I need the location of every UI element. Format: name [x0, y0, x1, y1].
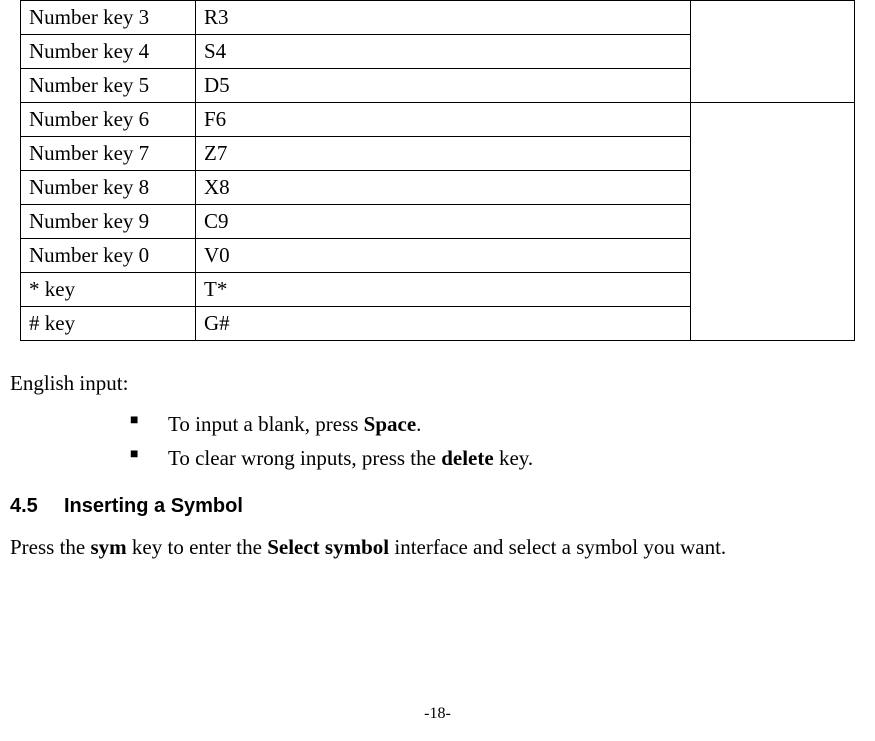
text: key.	[494, 446, 533, 470]
table-row: Number key 3 R3	[21, 1, 855, 35]
val-cell: Z7	[196, 137, 691, 171]
val-cell: X8	[196, 171, 691, 205]
empty-cell	[691, 103, 855, 341]
page-number: -18-	[0, 705, 875, 723]
key-cell: Number key 0	[21, 239, 196, 273]
section-title: Inserting a Symbol	[64, 495, 243, 517]
key-cell: * key	[21, 273, 196, 307]
bold-text: Space	[364, 412, 417, 436]
body-paragraph: Press the sym key to enter the Select sy…	[10, 532, 865, 564]
text: To clear wrong inputs, press the	[168, 446, 441, 470]
val-cell: V0	[196, 239, 691, 273]
text: To input a blank, press	[168, 412, 364, 436]
val-cell: C9	[196, 205, 691, 239]
list-item: To input a blank, press Space.	[130, 408, 865, 442]
val-cell: G#	[196, 307, 691, 341]
section-number: 4.5	[10, 495, 64, 518]
bold-text: Select symbol	[267, 535, 389, 559]
val-cell: S4	[196, 35, 691, 69]
key-cell: Number key 3	[21, 1, 196, 35]
key-cell: Number key 9	[21, 205, 196, 239]
bold-text: sym	[91, 535, 127, 559]
val-cell: D5	[196, 69, 691, 103]
bullet-list: To input a blank, press Space. To clear …	[10, 408, 865, 475]
bold-text: delete	[441, 446, 493, 470]
key-cell: Number key 5	[21, 69, 196, 103]
text: .	[416, 412, 421, 436]
empty-cell	[691, 1, 855, 103]
list-item: To clear wrong inputs, press the delete …	[130, 442, 865, 476]
key-cell: Number key 6	[21, 103, 196, 137]
key-cell: Number key 7	[21, 137, 196, 171]
val-cell: F6	[196, 103, 691, 137]
key-cell: Number key 8	[21, 171, 196, 205]
text: interface and select a symbol you want.	[389, 535, 726, 559]
text: key to enter the	[127, 535, 268, 559]
text: Press the	[10, 535, 91, 559]
key-mapping-table: Number key 3 R3 Number key 4 S4 Number k…	[20, 0, 855, 341]
section-heading: 4.5Inserting a Symbol	[10, 495, 865, 518]
key-cell: Number key 4	[21, 35, 196, 69]
table-row: Number key 6 F6	[21, 103, 855, 137]
val-cell: T*	[196, 273, 691, 307]
val-cell: R3	[196, 1, 691, 35]
key-cell: # key	[21, 307, 196, 341]
english-input-label: English input:	[10, 371, 865, 396]
